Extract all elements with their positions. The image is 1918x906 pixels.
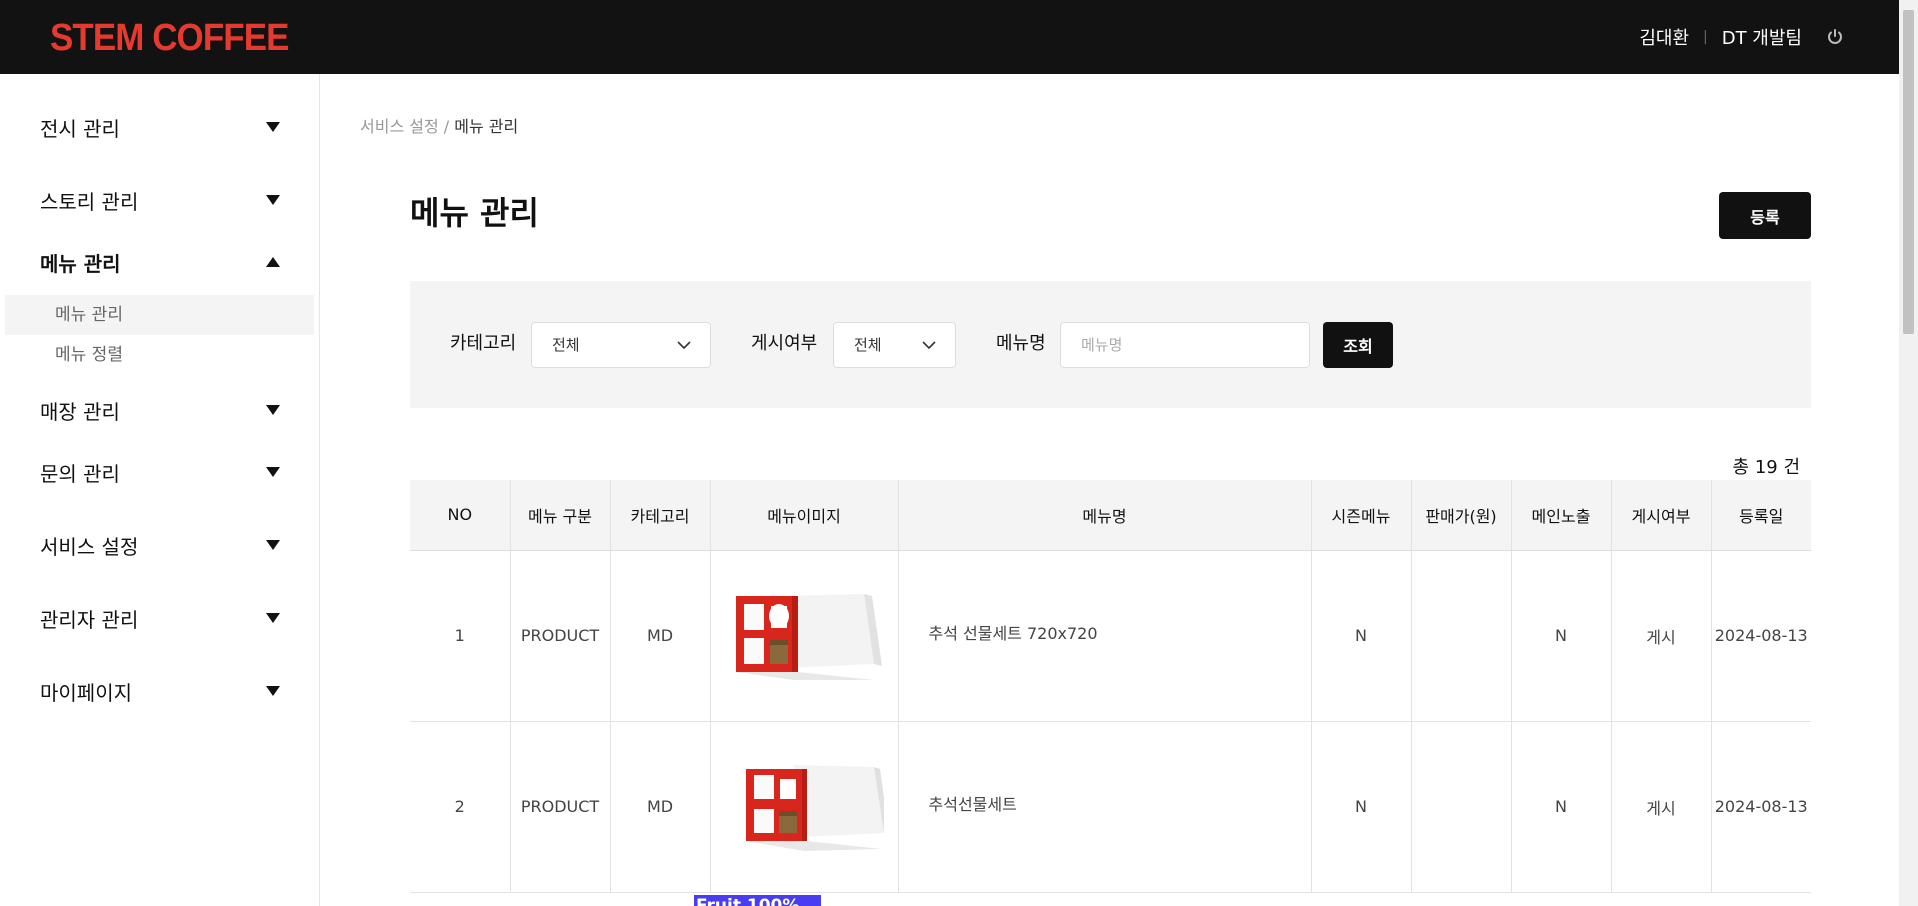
sidebar-subitem-menu-manage[interactable]: 메뉴 관리 [5,295,314,335]
cell-type: PRODUCT [509,550,610,722]
table-row[interactable]: 1 PRODUCT MD 추석 선물세트 720x720 N N 게시 2024… [410,550,1811,722]
scrollbar-thumb[interactable] [1903,10,1914,334]
cell-name[interactable]: 추석 선물세트 720x720 [897,550,1311,722]
logo[interactable]: STEM COFFEE [50,16,289,60]
cell-visibility: 게시 [1610,721,1711,893]
chevron-down-icon [677,341,691,350]
visibility-select-value: 전체 [854,336,882,354]
sidebar-item-label: 전시 관리 [40,116,120,141]
search-button[interactable]: 조회 [1323,322,1393,368]
sidebar-item-inquiry[interactable]: 문의 관리 [40,457,280,487]
col-header-main: 메인노출 [1510,480,1611,551]
cell-price [1410,550,1511,722]
breadcrumb-separator: / [438,117,455,136]
product-image[interactable] [724,586,884,686]
sidebar-item-store[interactable]: 매장 관리 [40,395,280,425]
team-name: DT 개발팀 [1721,28,1802,49]
cell-category: MD [609,550,710,722]
cell-category: MD [609,721,710,893]
sidebar-item-display[interactable]: 전시 관리 [40,112,280,142]
col-header-visibility: 게시여부 [1610,480,1711,551]
sidebar-subitem-menu-sort[interactable]: 메뉴 정렬 [5,335,314,375]
menu-name-text: 추석선물세트 [928,794,1017,814]
cell-main: N [1510,550,1611,722]
user-name: 김대환 [1639,28,1690,49]
visibility-label: 게시여부 [751,333,818,354]
table-row[interactable]: 2 PRODUCT MD 추석선물세트 N N 게시 2024-08-13 [410,721,1811,893]
breadcrumb: 서비스 설정 / 메뉴 관리 [360,113,518,137]
cell-image [709,721,898,893]
col-header-price: 판매가(원) [1410,480,1511,551]
product-image[interactable] [724,757,889,857]
sidebar-item-label: 메뉴 관리 [40,251,121,276]
caret-down-icon [266,195,280,205]
vertical-scrollbar[interactable] [1899,0,1918,906]
sidebar-item-label: 스토리 관리 [40,189,139,214]
breadcrumb-parent[interactable]: 서비스 설정 [360,117,439,136]
cell-visibility: 게시 [1610,550,1711,722]
col-header-type: 메뉴 구분 [509,480,610,551]
sidebar-item-menu[interactable]: 메뉴 관리 [40,247,280,277]
col-header-no: NO [410,480,510,551]
col-header-season: 시즌메뉴 [1310,480,1411,551]
category-select-value: 전체 [552,336,580,354]
user-area: 김대환 | DT 개발팀 [1639,24,1844,50]
cell-season: N [1310,721,1411,893]
col-header-image: 메뉴이미지 [709,480,898,551]
user-divider: | [1703,29,1708,45]
caret-down-icon [266,686,280,696]
cell-name[interactable]: 추석선물세트 [897,721,1311,893]
sidebar: 전시 관리 스토리 관리 메뉴 관리 메뉴 관리 메뉴 정렬 매장 관리 문의 … [0,74,320,906]
sidebar-item-label: 관리자 관리 [40,607,139,632]
col-header-category: 카테고리 [609,480,710,551]
caret-down-icon [266,405,280,415]
menu-name-label: 메뉴명 [996,333,1046,354]
caret-down-icon [266,613,280,623]
sidebar-item-label: 매장 관리 [40,399,120,424]
sidebar-item-label: 마이페이지 [40,680,132,705]
menu-name-input[interactable] [1060,322,1310,368]
image-overlay-label: Fruit 100% [694,895,821,906]
sidebar-item-admin[interactable]: 관리자 관리 [40,603,280,633]
filter-panel: 카테고리 전체 게시여부 전체 메뉴명 조회 [410,281,1811,408]
cell-date: 2024-08-13 [1710,721,1811,893]
caret-down-icon [266,540,280,550]
caret-down-icon [266,467,280,477]
visibility-select[interactable]: 전체 [833,322,956,368]
sidebar-item-mypage[interactable]: 마이페이지 [40,676,280,706]
chevron-down-icon [922,341,936,350]
sidebar-item-label: 서비스 설정 [40,534,139,559]
cell-no: 2 [410,721,510,893]
power-icon[interactable] [1826,28,1844,46]
category-select[interactable]: 전체 [531,322,711,368]
breadcrumb-current: 메뉴 관리 [454,117,519,136]
category-label: 카테고리 [450,333,517,354]
menu-table: NO 메뉴 구분 카테고리 메뉴이미지 메뉴명 시즌메뉴 판매가(원) 메인노출… [410,480,1811,893]
caret-down-icon [266,122,280,132]
sidebar-item-label: 문의 관리 [40,461,120,486]
menu-name-text: 추석 선물세트 720x720 [928,623,1098,643]
cell-image [709,550,898,722]
table-header-row: NO 메뉴 구분 카테고리 메뉴이미지 메뉴명 시즌메뉴 판매가(원) 메인노출… [410,480,1811,551]
register-button[interactable]: 등록 [1719,192,1811,239]
cell-price [1410,721,1511,893]
page-title: 메뉴 관리 [410,194,539,232]
sidebar-item-story[interactable]: 스토리 관리 [40,185,280,215]
top-header: STEM COFFEE 김대환 | DT 개발팀 [0,0,1918,74]
caret-up-icon [266,257,280,267]
col-header-name: 메뉴명 [897,480,1311,551]
cell-season: N [1310,550,1411,722]
cell-main: N [1510,721,1611,893]
sidebar-item-service-settings[interactable]: 서비스 설정 [40,530,280,560]
cell-date: 2024-08-13 [1710,550,1811,722]
cell-no: 1 [410,550,510,722]
total-count: 총 19 건 [1732,457,1800,478]
col-header-date: 등록일 [1710,480,1811,551]
cell-type: PRODUCT [509,721,610,893]
